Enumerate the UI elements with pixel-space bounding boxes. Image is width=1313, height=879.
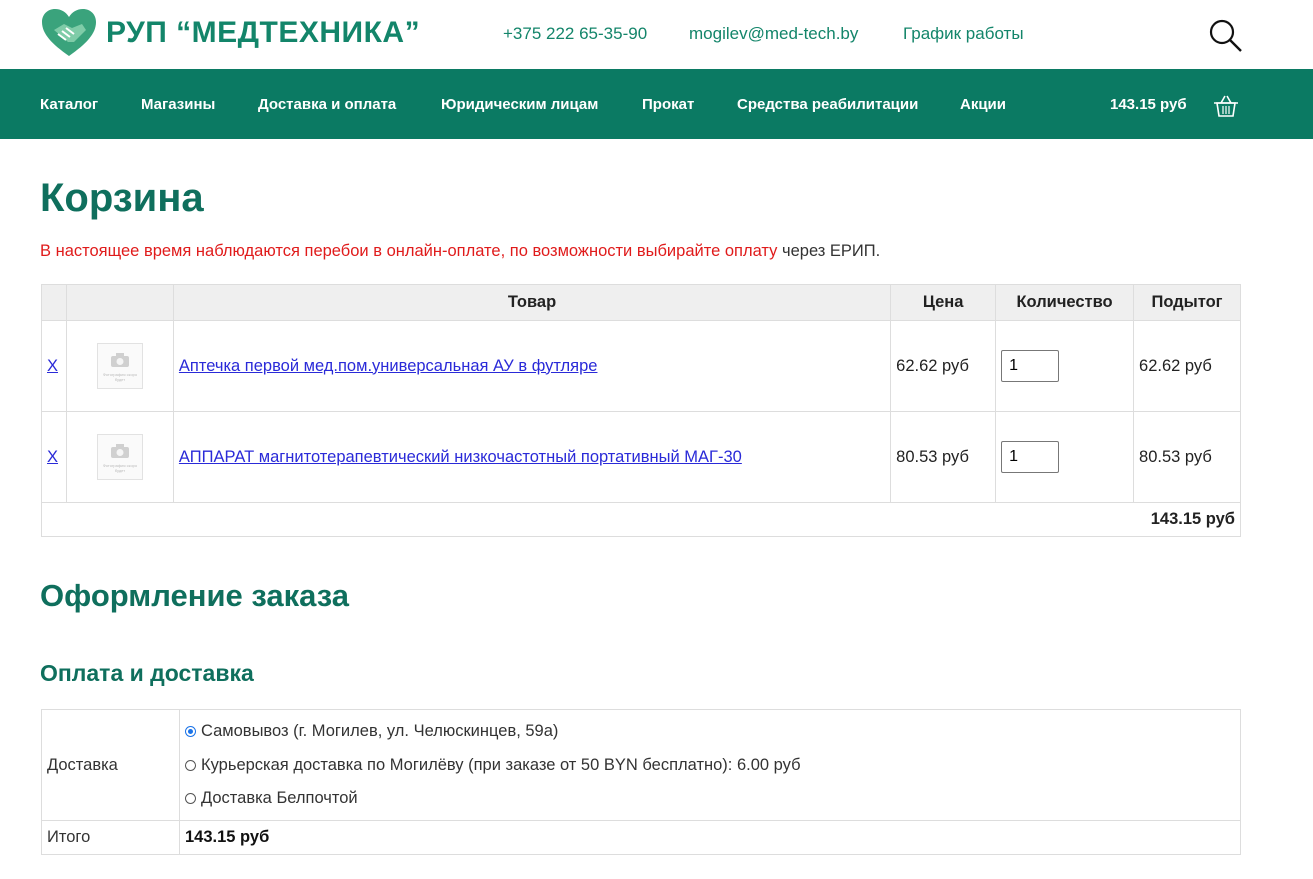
nav-item-shops[interactable]: Магазины <box>141 96 215 113</box>
nav-item-legal[interactable]: Юридическим лицам <box>441 96 598 113</box>
product-thumbnail[interactable]: Фотография скоро будет <box>96 434 143 480</box>
checkout-title: Оформление заказа <box>40 578 350 613</box>
cart-row: X Фотография скоро будет Аптечка первой … <box>41 320 1241 412</box>
col-quantity: Количество <box>995 284 1135 321</box>
nav-item-promo[interactable]: Акции <box>960 96 1006 113</box>
cart-table: Товар Цена Количество Подытог X Фотограф… <box>41 284 1241 537</box>
quantity-input[interactable] <box>1001 441 1060 473</box>
delivery-option-pickup[interactable]: Самовывоз (г. Могилев, ул. Челюскинцев, … <box>185 715 1235 749</box>
main-nav: Каталог Магазины Доставка и оплата Юриди… <box>0 69 1313 139</box>
delivery-option-post[interactable]: Доставка Белпочтой <box>185 782 1235 816</box>
delivery-option-label: Самовывоз (г. Могилев, ул. Челюскинцев, … <box>201 722 559 740</box>
heart-handshake-icon <box>42 9 96 56</box>
search-icon[interactable] <box>1208 18 1244 54</box>
col-subtotal: Подытог <box>1133 284 1241 321</box>
logo[interactable]: РУП “МЕДТЕХНИКА” <box>40 8 420 58</box>
cart-total-row: 143.15 руб <box>41 502 1241 537</box>
delivery-option-label: Курьерская доставка по Могилёву (при зак… <box>201 755 801 774</box>
delivery-option-courier[interactable]: Курьерская доставка по Могилёву (при зак… <box>185 748 1235 782</box>
product-thumbnail[interactable]: Фотография скоро будет <box>96 343 143 389</box>
header-phone[interactable]: +375 222 65-35-90 <box>503 24 647 44</box>
item-price: 62.62 руб <box>890 320 997 412</box>
payment-notice-tail: через ЕРИП. <box>777 242 881 260</box>
camera-icon <box>110 444 129 458</box>
page-title: Корзина <box>40 176 204 220</box>
nav-cart-total[interactable]: 143.15 руб <box>1110 96 1187 113</box>
nav-item-rental[interactable]: Прокат <box>642 96 694 113</box>
delivery-table: Доставка Самовывоз (г. Могилев, ул. Челю… <box>41 709 1241 855</box>
item-subtotal: 62.62 руб <box>1133 320 1241 412</box>
col-image <box>65 284 174 321</box>
cart-header-row: Товар Цена Количество Подытог <box>41 284 1241 321</box>
thumbnail-caption: Фотография скоро будет <box>102 463 138 473</box>
payment-notice-text: В настоящее время наблюдаются перебои в … <box>40 242 778 260</box>
payment-delivery-title: Оплата и доставка <box>40 660 254 686</box>
col-price: Цена <box>890 284 997 321</box>
col-product: Товар <box>172 284 892 321</box>
nav-item-delivery[interactable]: Доставка и оплата <box>258 96 396 113</box>
item-price: 80.53 руб <box>890 411 997 503</box>
delivery-option-label: Доставка Белпочтой <box>201 789 358 807</box>
brand-name: РУП “МЕДТЕХНИКА” <box>106 16 421 49</box>
top-bar: РУП “МЕДТЕХНИКА” +375 222 65-35-90 mogil… <box>0 0 1313 69</box>
cart-total: 143.15 руб <box>41 502 1241 537</box>
basket-icon[interactable] <box>1213 94 1239 118</box>
nav-item-catalog[interactable]: Каталог <box>40 96 98 113</box>
header-email[interactable]: mogilev@med-tech.by <box>689 24 858 44</box>
col-remove <box>41 284 67 321</box>
product-link[interactable]: АППАРАТ магнитотерапевтический низкочаст… <box>179 448 742 466</box>
order-total-row: Итого 143.15 руб <box>41 820 1241 855</box>
cart-row: X Фотография скоро будет АППАРАТ магнито… <box>41 411 1241 503</box>
product-link[interactable]: Аптечка первой мед.пом.универсальная АУ … <box>179 357 598 375</box>
post-radio[interactable] <box>185 793 196 804</box>
order-total-value: 143.15 руб <box>179 820 1241 855</box>
courier-radio[interactable] <box>185 759 196 771</box>
item-subtotal: 80.53 руб <box>1133 411 1241 503</box>
quantity-input[interactable] <box>1001 350 1060 382</box>
delivery-label: Доставка <box>41 709 180 821</box>
camera-icon <box>110 353 129 367</box>
header-schedule-link[interactable]: График работы <box>903 24 1024 44</box>
remove-item-link[interactable]: X <box>47 448 58 466</box>
pickup-radio[interactable] <box>185 726 196 737</box>
delivery-row: Доставка Самовывоз (г. Могилев, ул. Челю… <box>41 709 1241 821</box>
nav-item-rehab[interactable]: Средства реабилитации <box>737 96 918 113</box>
payment-notice: В настоящее время наблюдаются перебои в … <box>40 242 880 261</box>
order-total-label: Итого <box>41 820 180 855</box>
remove-item-link[interactable]: X <box>47 357 58 375</box>
thumbnail-caption: Фотография скоро будет <box>102 372 138 382</box>
